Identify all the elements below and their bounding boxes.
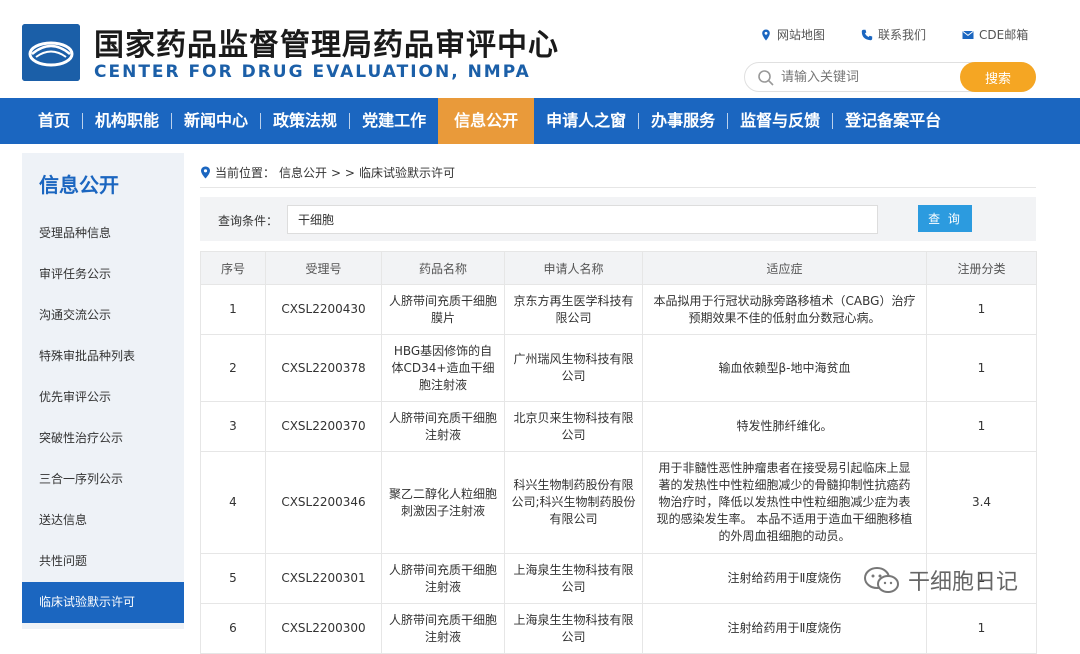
cell-index: 1 <box>200 284 266 335</box>
sitemap-link[interactable]: 网站地图 <box>760 26 825 43</box>
location-pin-icon <box>201 166 210 179</box>
nav-registration[interactable]: 登记备案平台 <box>833 98 953 144</box>
table-row[interactable]: 1 CXSL2200430 人脐带间充质干细胞膜片 京东方再生医学科技有限公司 … <box>200 284 1037 335</box>
nav-info-disclosure[interactable]: 信息公开 <box>438 98 535 144</box>
cell-drug-name: 人脐带间充质干细胞注射液 <box>381 401 505 452</box>
site-title-en: CENTER FOR DRUG EVALUATION, NMPA <box>94 62 531 82</box>
cell-index: 5 <box>200 553 266 604</box>
sidebar-item-clinical-trial-permission[interactable]: 临床试验默示许可 <box>22 582 184 623</box>
cell-applicant: 科兴生物制药股份有限公司;科兴生物制药股份有限公司 <box>504 451 643 554</box>
breadcrumb-prefix: 当前位置： <box>215 166 276 180</box>
nav-supervision[interactable]: 监督与反馈 <box>728 98 832 144</box>
cell-index: 4 <box>200 451 266 554</box>
cell-acceptance-no: CXSL2200378 <box>265 334 382 402</box>
contact-link[interactable]: 联系我们 <box>861 26 926 43</box>
mail-icon <box>962 30 974 39</box>
phone-icon <box>861 29 873 40</box>
site-header: 国家药品监督管理局药品审评中心 CENTER FOR DRUG EVALUATI… <box>0 0 1080 98</box>
watermark-text: 干细胞日记 <box>908 570 1019 595</box>
main-nav: 首页 机构职能 新闻中心 政策法规 党建工作 信息公开 申请人之窗 办事服务 监… <box>0 98 1080 144</box>
cell-index: 2 <box>200 334 266 402</box>
sidebar-item-three-in-one[interactable]: 三合一序列公示 <box>22 459 184 500</box>
col-header-acceptance-no[interactable]: 受理号 <box>265 251 382 285</box>
top-links: 网站地图 联系我们 CDE邮箱 <box>760 26 1028 43</box>
cell-indication: 输血依赖型β-地中海贫血 <box>642 334 927 402</box>
query-bar: 查询条件： 查 询 <box>200 197 1036 241</box>
query-label: 查询条件： <box>218 214 279 228</box>
sidebar-item-common-issues[interactable]: 共性问题 <box>22 541 184 582</box>
site-search: 搜索 <box>744 62 1036 92</box>
cell-drug-name: 人脐带间充质干细胞注射液 <box>381 553 505 604</box>
sidebar-item-accepted-varieties[interactable]: 受理品种信息 <box>22 213 184 254</box>
nav-applicant[interactable]: 申请人之窗 <box>534 98 638 144</box>
query-input[interactable] <box>287 205 878 234</box>
breadcrumb-section[interactable]: 信息公开 <box>279 164 327 181</box>
cell-drug-name: HBG基因修饰的自体CD34+造血干细胞注射液 <box>381 334 505 402</box>
cell-indication: 本品拟用于行冠状动脉旁路移植术（CABG）治疗预期效果不佳的低射血分数冠心病。 <box>642 284 927 335</box>
col-header-registration-class[interactable]: 注册分类 <box>926 251 1037 285</box>
sidebar-item-breakthrough[interactable]: 突破性治疗公示 <box>22 418 184 459</box>
sitemap-link-label: 网站地图 <box>777 28 826 42</box>
cell-indication: 用于非髓性恶性肿瘤患者在接受易引起临床上显著的发热性中性粒细胞减少的骨髓抑制性抗… <box>642 451 927 554</box>
wechat-icon <box>864 567 899 593</box>
sidebar-item-delivery[interactable]: 送达信息 <box>22 500 184 541</box>
table-row[interactable]: 4 CXSL2200346 聚乙二醇化人粒细胞刺激因子注射液 科兴生物制药股份有… <box>200 451 1037 554</box>
cde-logo[interactable] <box>22 24 80 81</box>
table-row[interactable]: 2 CXSL2200378 HBG基因修饰的自体CD34+造血干细胞注射液 广州… <box>200 334 1037 402</box>
cell-acceptance-no: CXSL2200346 <box>265 451 382 554</box>
nav-news[interactable]: 新闻中心 <box>172 98 260 144</box>
nav-services[interactable]: 办事服务 <box>639 98 727 144</box>
col-header-applicant[interactable]: 申请人名称 <box>504 251 643 285</box>
cell-registration-class: 1 <box>926 284 1037 335</box>
cell-index: 3 <box>200 401 266 452</box>
sidebar-item-priority-review[interactable]: 优先审评公示 <box>22 377 184 418</box>
search-button[interactable]: 搜索 <box>960 62 1036 92</box>
col-header-index[interactable]: 序号 <box>200 251 266 285</box>
query-button[interactable]: 查 询 <box>918 205 972 232</box>
cell-applicant: 广州瑞风生物科技有限公司 <box>504 334 643 402</box>
cell-drug-name: 人脐带间充质干细胞膜片 <box>381 284 505 335</box>
nav-home[interactable]: 首页 <box>0 98 82 144</box>
breadcrumb-separator: > > <box>331 165 355 180</box>
breadcrumb-divider <box>200 187 1036 188</box>
cell-acceptance-no: CXSL2200430 <box>265 284 382 335</box>
table-row[interactable]: 3 CXSL2200370 人脐带间充质干细胞注射液 北京贝来生物科技有限公司 … <box>200 401 1037 452</box>
col-header-drug-name[interactable]: 药品名称 <box>381 251 505 285</box>
cde-mail-link[interactable]: CDE邮箱 <box>962 26 1028 43</box>
cell-applicant: 京东方再生医学科技有限公司 <box>504 284 643 335</box>
nav-functions[interactable]: 机构职能 <box>83 98 171 144</box>
sidebar-title: 信息公开 <box>39 173 119 197</box>
cell-acceptance-no: CXSL2200370 <box>265 401 382 452</box>
cde-mail-link-label: CDE邮箱 <box>979 28 1029 42</box>
cell-acceptance-no: CXSL2200301 <box>265 553 382 604</box>
nav-policy[interactable]: 政策法规 <box>261 98 349 144</box>
sidebar-item-review-tasks[interactable]: 审评任务公示 <box>22 254 184 295</box>
search-input[interactable] <box>781 67 951 87</box>
cell-registration-class: 1 <box>926 334 1037 402</box>
wechat-watermark: 干细胞日记 <box>862 564 1018 596</box>
breadcrumb-current: 临床试验默示许可 <box>358 166 455 180</box>
sidebar: 信息公开 受理品种信息 审评任务公示 沟通交流公示 特殊审批品种列表 优先审评公… <box>22 153 184 629</box>
col-header-indication[interactable]: 适应症 <box>642 251 927 285</box>
logo-emblem-icon <box>22 24 80 81</box>
cell-registration-class: 3.4 <box>926 451 1037 554</box>
nav-party[interactable]: 党建工作 <box>350 98 438 144</box>
cell-registration-class: 1 <box>926 401 1037 452</box>
location-pin-icon <box>762 29 770 40</box>
contact-link-label: 联系我们 <box>878 28 927 42</box>
sidebar-item-communication[interactable]: 沟通交流公示 <box>22 295 184 336</box>
table-header-row: 序号 受理号 药品名称 申请人名称 适应症 注册分类 <box>200 251 1037 285</box>
site-title-cn: 国家药品监督管理局药品审评中心 <box>94 28 559 63</box>
cell-applicant: 上海泉生生物科技有限公司 <box>504 553 643 604</box>
sidebar-item-special-approval[interactable]: 特殊审批品种列表 <box>22 336 184 377</box>
cell-indication: 特发性肺纤维化。 <box>642 401 927 452</box>
search-icon <box>758 70 774 86</box>
breadcrumb: 当前位置： 信息公开 > > 临床试验默示许可 <box>200 164 455 181</box>
cell-applicant: 北京贝来生物科技有限公司 <box>504 401 643 452</box>
cell-drug-name: 聚乙二醇化人粒细胞刺激因子注射液 <box>381 451 505 554</box>
